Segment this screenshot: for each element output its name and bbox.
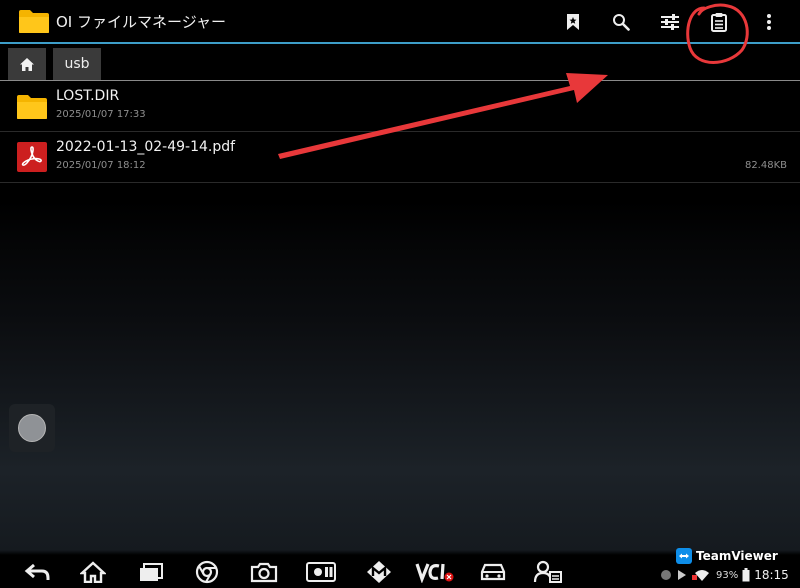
- file-name: 2022-01-13_02-49-14.pdf: [56, 139, 236, 155]
- app-title: OI ファイルマネージャー: [56, 13, 226, 31]
- battery-icon: [742, 568, 750, 582]
- file-date: 2025/01/07 18:12: [56, 160, 146, 171]
- technician-button[interactable]: [533, 559, 563, 585]
- recents-icon: [140, 563, 163, 581]
- back-button[interactable]: [22, 559, 52, 585]
- breadcrumb-usb-label: usb: [64, 56, 90, 72]
- wifi-icon: [692, 570, 709, 581]
- file-row-pdf[interactable]: 2022-01-13_02-49-14.pdf 2025/01/07 18:12…: [0, 132, 800, 183]
- teamviewer-icon: [676, 547, 692, 564]
- file-size: 82.48KB: [744, 160, 787, 171]
- teamviewer-badge: TeamViewer: [676, 547, 778, 564]
- clipboard-icon: [711, 13, 727, 32]
- clock: 18:15: [754, 568, 789, 582]
- clipboard-button[interactable]: [705, 8, 733, 36]
- floating-assistive-button[interactable]: [9, 404, 55, 452]
- chrome-icon: [195, 560, 219, 584]
- breadcrumb: usb: [0, 44, 800, 80]
- filter-settings-button[interactable]: [656, 8, 684, 36]
- search-button[interactable]: [607, 8, 635, 36]
- file-name: LOST.DIR: [56, 88, 120, 104]
- home-icon: [80, 561, 106, 583]
- home-button[interactable]: [78, 559, 108, 585]
- home-icon: [20, 57, 34, 71]
- app-folder-icon: [19, 10, 49, 33]
- vci-button[interactable]: [414, 559, 456, 585]
- teamviewer-label: TeamViewer: [696, 548, 778, 563]
- m-app-icon: [367, 561, 391, 583]
- floating-dot-icon: [18, 414, 46, 442]
- car-icon: [480, 563, 506, 581]
- file-date: 2025/01/07 17:33: [56, 109, 146, 120]
- camera-icon: [250, 562, 278, 583]
- notification-icon: [661, 570, 671, 580]
- chrome-button[interactable]: [192, 559, 222, 585]
- camera-button[interactable]: [249, 559, 279, 585]
- search-icon: [613, 14, 630, 31]
- bookmark-icon: [567, 14, 579, 30]
- overflow-menu-icon: [767, 14, 771, 30]
- status-bar: 93% 18:15: [660, 566, 796, 584]
- recents-button[interactable]: [136, 559, 166, 585]
- file-row-lost-dir[interactable]: LOST.DIR 2025/01/07 17:33: [0, 81, 800, 132]
- action-bar: OI ファイルマネージャー: [0, 0, 800, 42]
- breadcrumb-usb[interactable]: usb: [53, 48, 101, 80]
- car-button[interactable]: [478, 559, 508, 585]
- m-app-button[interactable]: [364, 559, 394, 585]
- filter-settings-icon: [661, 14, 679, 30]
- screen: OI ファイルマネージャー usb LOST.DIR 2025/01/07 17…: [0, 0, 800, 588]
- breadcrumb-home-button[interactable]: [8, 48, 46, 80]
- bookmark-button[interactable]: [559, 8, 587, 36]
- overflow-menu-button[interactable]: [755, 8, 783, 36]
- technician-icon: [533, 560, 562, 583]
- pdf-file-icon: [17, 142, 47, 172]
- teamviewer-status-icon: [678, 570, 686, 580]
- vci-icon: [415, 563, 454, 583]
- back-icon: [24, 563, 50, 580]
- battery-percent: 93%: [716, 569, 739, 581]
- brightness-button[interactable]: [306, 559, 336, 585]
- folder-icon: [17, 95, 47, 119]
- brightness-icon: [306, 562, 336, 582]
